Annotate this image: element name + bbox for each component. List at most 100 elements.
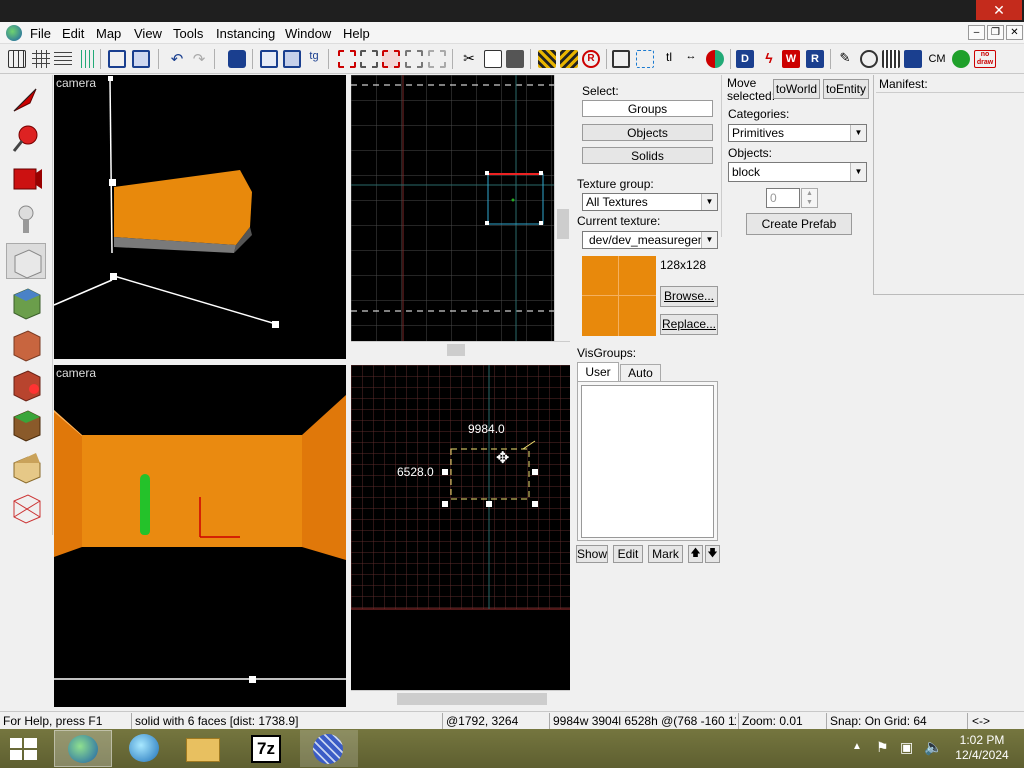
group-icon[interactable] — [108, 50, 126, 68]
mdi-minimize-button[interactable]: – — [968, 25, 985, 40]
taskbar-file-explorer[interactable] — [176, 730, 234, 767]
decal-tool[interactable] — [6, 367, 46, 403]
action-center-flag-icon[interactable]: ⚑ — [876, 739, 889, 756]
current-texture-select[interactable]: dev/dev_measuregene ▼ — [582, 231, 718, 249]
quickhide-icon[interactable]: ✎ — [836, 50, 854, 68]
menu-window[interactable]: Window — [285, 26, 331, 41]
wireframe-icon[interactable] — [338, 50, 356, 68]
show-hidden-icons[interactable]: ▲ — [852, 741, 862, 752]
selection-tool[interactable] — [6, 81, 46, 117]
taskbar-hammer-editor[interactable] — [300, 730, 358, 767]
texture-scaling-lock-icon[interactable] — [560, 50, 578, 68]
menu-map[interactable]: Map — [96, 26, 121, 41]
mark-button[interactable]: Mark — [648, 545, 683, 563]
apply-current-texture-tool[interactable] — [6, 327, 46, 363]
taskbar-globe-app[interactable] — [116, 730, 174, 767]
overlay-tool[interactable] — [6, 407, 46, 443]
textured-icon[interactable] — [382, 50, 400, 68]
select-objects-button[interactable]: Objects — [582, 124, 713, 141]
scale-icon[interactable]: ↔ — [682, 50, 700, 68]
select-groups-button[interactable]: Groups — [582, 100, 713, 117]
taskbar-hammer-app[interactable] — [54, 730, 112, 767]
lighting-preview-icon[interactable] — [428, 50, 446, 68]
no-draw-button[interactable]: no draw — [974, 50, 996, 68]
viewport-bottom-right[interactable]: ✥ 9984.0 6528.0 — [351, 365, 570, 690]
show-button[interactable]: Show — [576, 545, 608, 563]
resize-icon[interactable]: R — [582, 50, 600, 68]
network-icon[interactable]: ▣ — [900, 739, 913, 756]
texture-lock-icon[interactable] — [538, 50, 556, 68]
taskbar-clock[interactable]: 1:02 PM 12/4/2024 — [952, 733, 1012, 763]
flat-shaded-icon[interactable] — [360, 50, 378, 68]
3d-grid-icon[interactable] — [78, 50, 96, 68]
viewport-top-left[interactable]: camera — [54, 75, 346, 359]
smaller-grid-icon[interactable] — [32, 50, 50, 68]
entity-report-icon[interactable]: D — [736, 50, 754, 68]
close-window-button[interactable]: ✕ — [976, 0, 1022, 20]
grid-toggle-icon[interactable] — [8, 50, 26, 68]
select-solids-button[interactable]: Solids — [582, 147, 713, 164]
menu-help[interactable]: Help — [343, 26, 370, 41]
volume-icon[interactable]: 🔈 — [924, 738, 943, 756]
move-down-arrow-icon[interactable]: 🡇 — [705, 545, 720, 563]
to-entity-button[interactable]: toEntity — [823, 79, 869, 99]
menu-tools[interactable]: Tools — [173, 26, 203, 41]
selection-bounds-icon[interactable] — [612, 50, 630, 68]
texture-group-select[interactable]: All Textures ▼ — [582, 193, 718, 211]
redo-icon[interactable]: ↷ — [190, 50, 208, 68]
tab-user[interactable]: User — [577, 362, 619, 382]
instances-icon[interactable] — [904, 50, 922, 68]
to-world-button[interactable]: toWorld — [773, 79, 820, 99]
hide-unselected-icon[interactable] — [283, 50, 301, 68]
move-up-arrow-icon[interactable]: 🡅 — [688, 545, 703, 563]
menu-edit[interactable]: Edit — [62, 26, 84, 41]
autovisgroups-icon[interactable] — [882, 50, 900, 68]
show-all-icon[interactable]: tg — [305, 50, 323, 68]
cut-icon[interactable]: ✂ — [460, 50, 478, 68]
select-by-handles-icon[interactable] — [636, 50, 654, 68]
block-tool[interactable] — [6, 243, 46, 279]
vertex-tool[interactable] — [6, 489, 46, 525]
browse-button[interactable]: Browse... — [660, 286, 718, 307]
run-map-icon[interactable]: R — [806, 50, 824, 68]
align-icon[interactable] — [706, 50, 724, 68]
texture-application-tool[interactable] — [6, 285, 46, 321]
entity-tool[interactable] — [6, 201, 46, 237]
replace-button[interactable]: Replace... — [660, 314, 718, 335]
magnify-tool[interactable] — [6, 121, 46, 157]
camera-tool[interactable] — [6, 161, 46, 197]
cubemap-label[interactable]: CM — [928, 50, 946, 68]
menu-view[interactable]: View — [134, 26, 162, 41]
create-prefab-button[interactable]: Create Prefab — [746, 213, 852, 235]
copy-icon[interactable] — [484, 50, 502, 68]
taskbar-7zip[interactable]: 7z — [238, 730, 296, 767]
visgroups-list[interactable] — [581, 385, 714, 538]
faces-spinner-input[interactable]: 0 — [766, 188, 800, 208]
menu-instancing[interactable]: Instancing — [216, 26, 275, 41]
carve-icon[interactable] — [228, 50, 246, 68]
mdi-restore-button[interactable]: ❐ — [987, 25, 1004, 40]
map-properties-icon[interactable]: W — [782, 50, 800, 68]
app-globe-icon[interactable] — [6, 25, 22, 41]
cordon-icon[interactable] — [860, 50, 878, 68]
manifest-list[interactable] — [876, 92, 1024, 292]
ungroup-icon[interactable] — [132, 50, 150, 68]
menu-file[interactable]: File — [30, 26, 51, 41]
hide-selected-icon[interactable] — [260, 50, 278, 68]
bottom-right-horizontal-scrollbar[interactable] — [351, 690, 570, 706]
top-right-horizontal-scrollbar[interactable] — [351, 341, 570, 357]
mdi-close-button[interactable]: ✕ — [1006, 25, 1023, 40]
categories-select[interactable]: Primitives ▼ — [728, 124, 867, 142]
faces-spinner-arrows[interactable]: ▲ ▼ — [801, 188, 818, 208]
tab-auto[interactable]: Auto — [620, 364, 661, 382]
clipping-tool[interactable] — [6, 449, 46, 485]
viewport-top-right[interactable] — [351, 75, 554, 341]
objects-select[interactable]: block ▼ — [728, 162, 867, 182]
paste-icon[interactable] — [506, 50, 524, 68]
viewport-bottom-left[interactable]: camera — [54, 365, 346, 707]
edit-button[interactable]: Edit — [613, 545, 643, 563]
top-right-vertical-scrollbar[interactable] — [554, 75, 570, 341]
clip-icon[interactable]: tl — [660, 50, 678, 68]
lightmap-icon[interactable] — [405, 50, 423, 68]
texture-preview[interactable] — [582, 256, 656, 336]
